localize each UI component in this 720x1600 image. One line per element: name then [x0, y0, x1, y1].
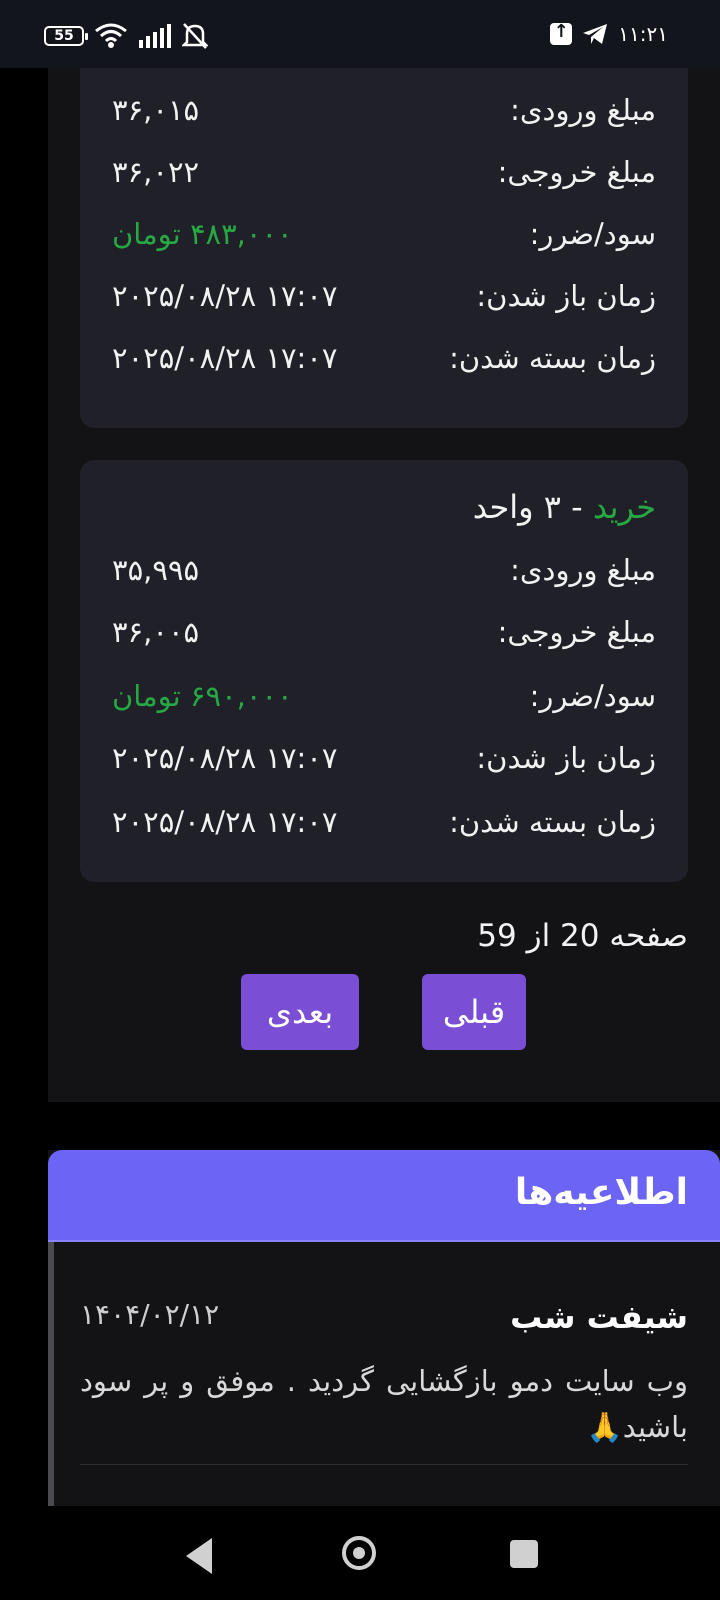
notice-divider: [80, 1464, 688, 1465]
close-time-value: ۲۰۲۵/۰۸/۲۸ ۱۷:۰۷: [112, 341, 338, 375]
page-indicator: صفحه 20 از 59: [477, 918, 688, 954]
open-time-value: ۲۰۲۵/۰۸/۲۸ ۱۷:۰۷: [112, 279, 338, 313]
status-bar: 55 ۱۱:۲۱: [0, 0, 720, 68]
close-time-value: ۲۰۲۵/۰۸/۲۸ ۱۷:۰۷: [112, 805, 338, 839]
notice-body: وب سایت دمو بازگشایی گردید . موفق و پر س…: [80, 1364, 688, 1444]
entry-value: ۳۵,۹۹۵: [112, 553, 200, 587]
recents-icon[interactable]: [510, 1540, 538, 1568]
pnl-label: سود/ضرر:: [529, 217, 656, 251]
upload-icon: [550, 21, 573, 45]
trades-panel: ۳۶,۰۱۵ مبلغ ورودی: ۳۶,۰۲۲ مبلغ خروجی: ۴۸…: [48, 68, 720, 1102]
exit-value: ۳۶,۰۰۵: [112, 615, 200, 649]
trade-card: خرید - ۳ واحد ۳۵,۹۹۵ مبلغ ورودی: ۳۶,۰۰۵ …: [80, 460, 688, 882]
pnl-label: سود/ضرر:: [529, 679, 656, 713]
clock: ۱۱:۲۱: [618, 22, 668, 46]
open-time-row: ۲۰۲۵/۰۸/۲۸ ۱۷:۰۷ زمان باز شدن:: [112, 738, 656, 778]
status-icons-left: 55: [44, 22, 208, 50]
battery-level: 55: [54, 28, 74, 44]
next-page-button[interactable]: بعدی: [241, 974, 359, 1050]
exit-row: ۳۶,۰۰۵ مبلغ خروجی:: [112, 612, 656, 652]
exit-value: ۳۶,۰۲۲: [112, 155, 200, 189]
notices-header: اطلاعیه‌ها: [48, 1150, 720, 1242]
battery-icon: 55: [44, 26, 88, 46]
exit-row: ۳۶,۰۲۲ مبلغ خروجی:: [112, 152, 656, 192]
entry-row: ۳۶,۰۱۵ مبلغ ورودی:: [112, 90, 656, 130]
trade-title: خرید - ۳ واحد: [473, 488, 656, 526]
home-icon[interactable]: [342, 1536, 376, 1570]
telegram-icon: [583, 24, 608, 44]
bell-off-icon: [182, 23, 208, 49]
pnl-row: ۴۸۳,۰۰۰ تومان سود/ضرر:: [112, 214, 656, 254]
notices-panel: اطلاعیه‌ها شیفت شب ۱۴۰۴/۰۲/۱۲ وب سایت دم…: [48, 1150, 720, 1506]
pnl-value: ۴۸۳,۰۰۰ تومان: [112, 217, 293, 251]
exit-label: مبلغ خروجی:: [497, 155, 656, 189]
trade-quantity: - ۳ واحد: [472, 488, 593, 526]
trade-type: خرید: [592, 488, 656, 526]
close-time-label: زمان بسته شدن:: [449, 805, 656, 839]
signal-icon: [139, 24, 171, 48]
wifi-icon: [95, 23, 127, 48]
trade-card: ۳۶,۰۱۵ مبلغ ورودی: ۳۶,۰۲۲ مبلغ خروجی: ۴۸…: [80, 68, 688, 428]
open-time-label: زمان باز شدن:: [476, 741, 656, 775]
exit-label: مبلغ خروجی:: [497, 615, 656, 649]
back-icon[interactable]: [186, 1538, 212, 1574]
close-time-label: زمان بسته شدن:: [449, 341, 656, 375]
close-time-row: ۲۰۲۵/۰۸/۲۸ ۱۷:۰۷ زمان بسته شدن:: [112, 338, 656, 378]
open-time-row: ۲۰۲۵/۰۸/۲۸ ۱۷:۰۷ زمان باز شدن:: [112, 276, 656, 316]
close-time-row: ۲۰۲۵/۰۸/۲۸ ۱۷:۰۷ زمان بسته شدن:: [112, 802, 656, 842]
previous-page-button[interactable]: قبلی: [422, 974, 526, 1050]
entry-label: مبلغ ورودی:: [510, 553, 656, 587]
open-time-label: زمان باز شدن:: [476, 279, 656, 313]
entry-row: ۳۵,۹۹۵ مبلغ ورودی:: [112, 550, 656, 590]
notice-title: شیفت شب: [510, 1298, 688, 1336]
open-time-value: ۲۰۲۵/۰۸/۲۸ ۱۷:۰۷: [112, 741, 338, 775]
notices-rail: [48, 1242, 54, 1506]
entry-value: ۳۶,۰۱۵: [112, 93, 200, 127]
pnl-value: ۶۹۰,۰۰۰ تومان: [112, 679, 293, 713]
notice-date: ۱۴۰۴/۰۲/۱۲: [80, 1298, 220, 1331]
entry-label: مبلغ ورودی:: [510, 93, 656, 127]
pnl-row: ۶۹۰,۰۰۰ تومان سود/ضرر:: [112, 676, 656, 716]
navigation-bar: [0, 1506, 720, 1600]
status-icons-right: ۱۱:۲۱: [550, 21, 668, 46]
notices-title: اطلاعیه‌ها: [514, 1172, 688, 1213]
